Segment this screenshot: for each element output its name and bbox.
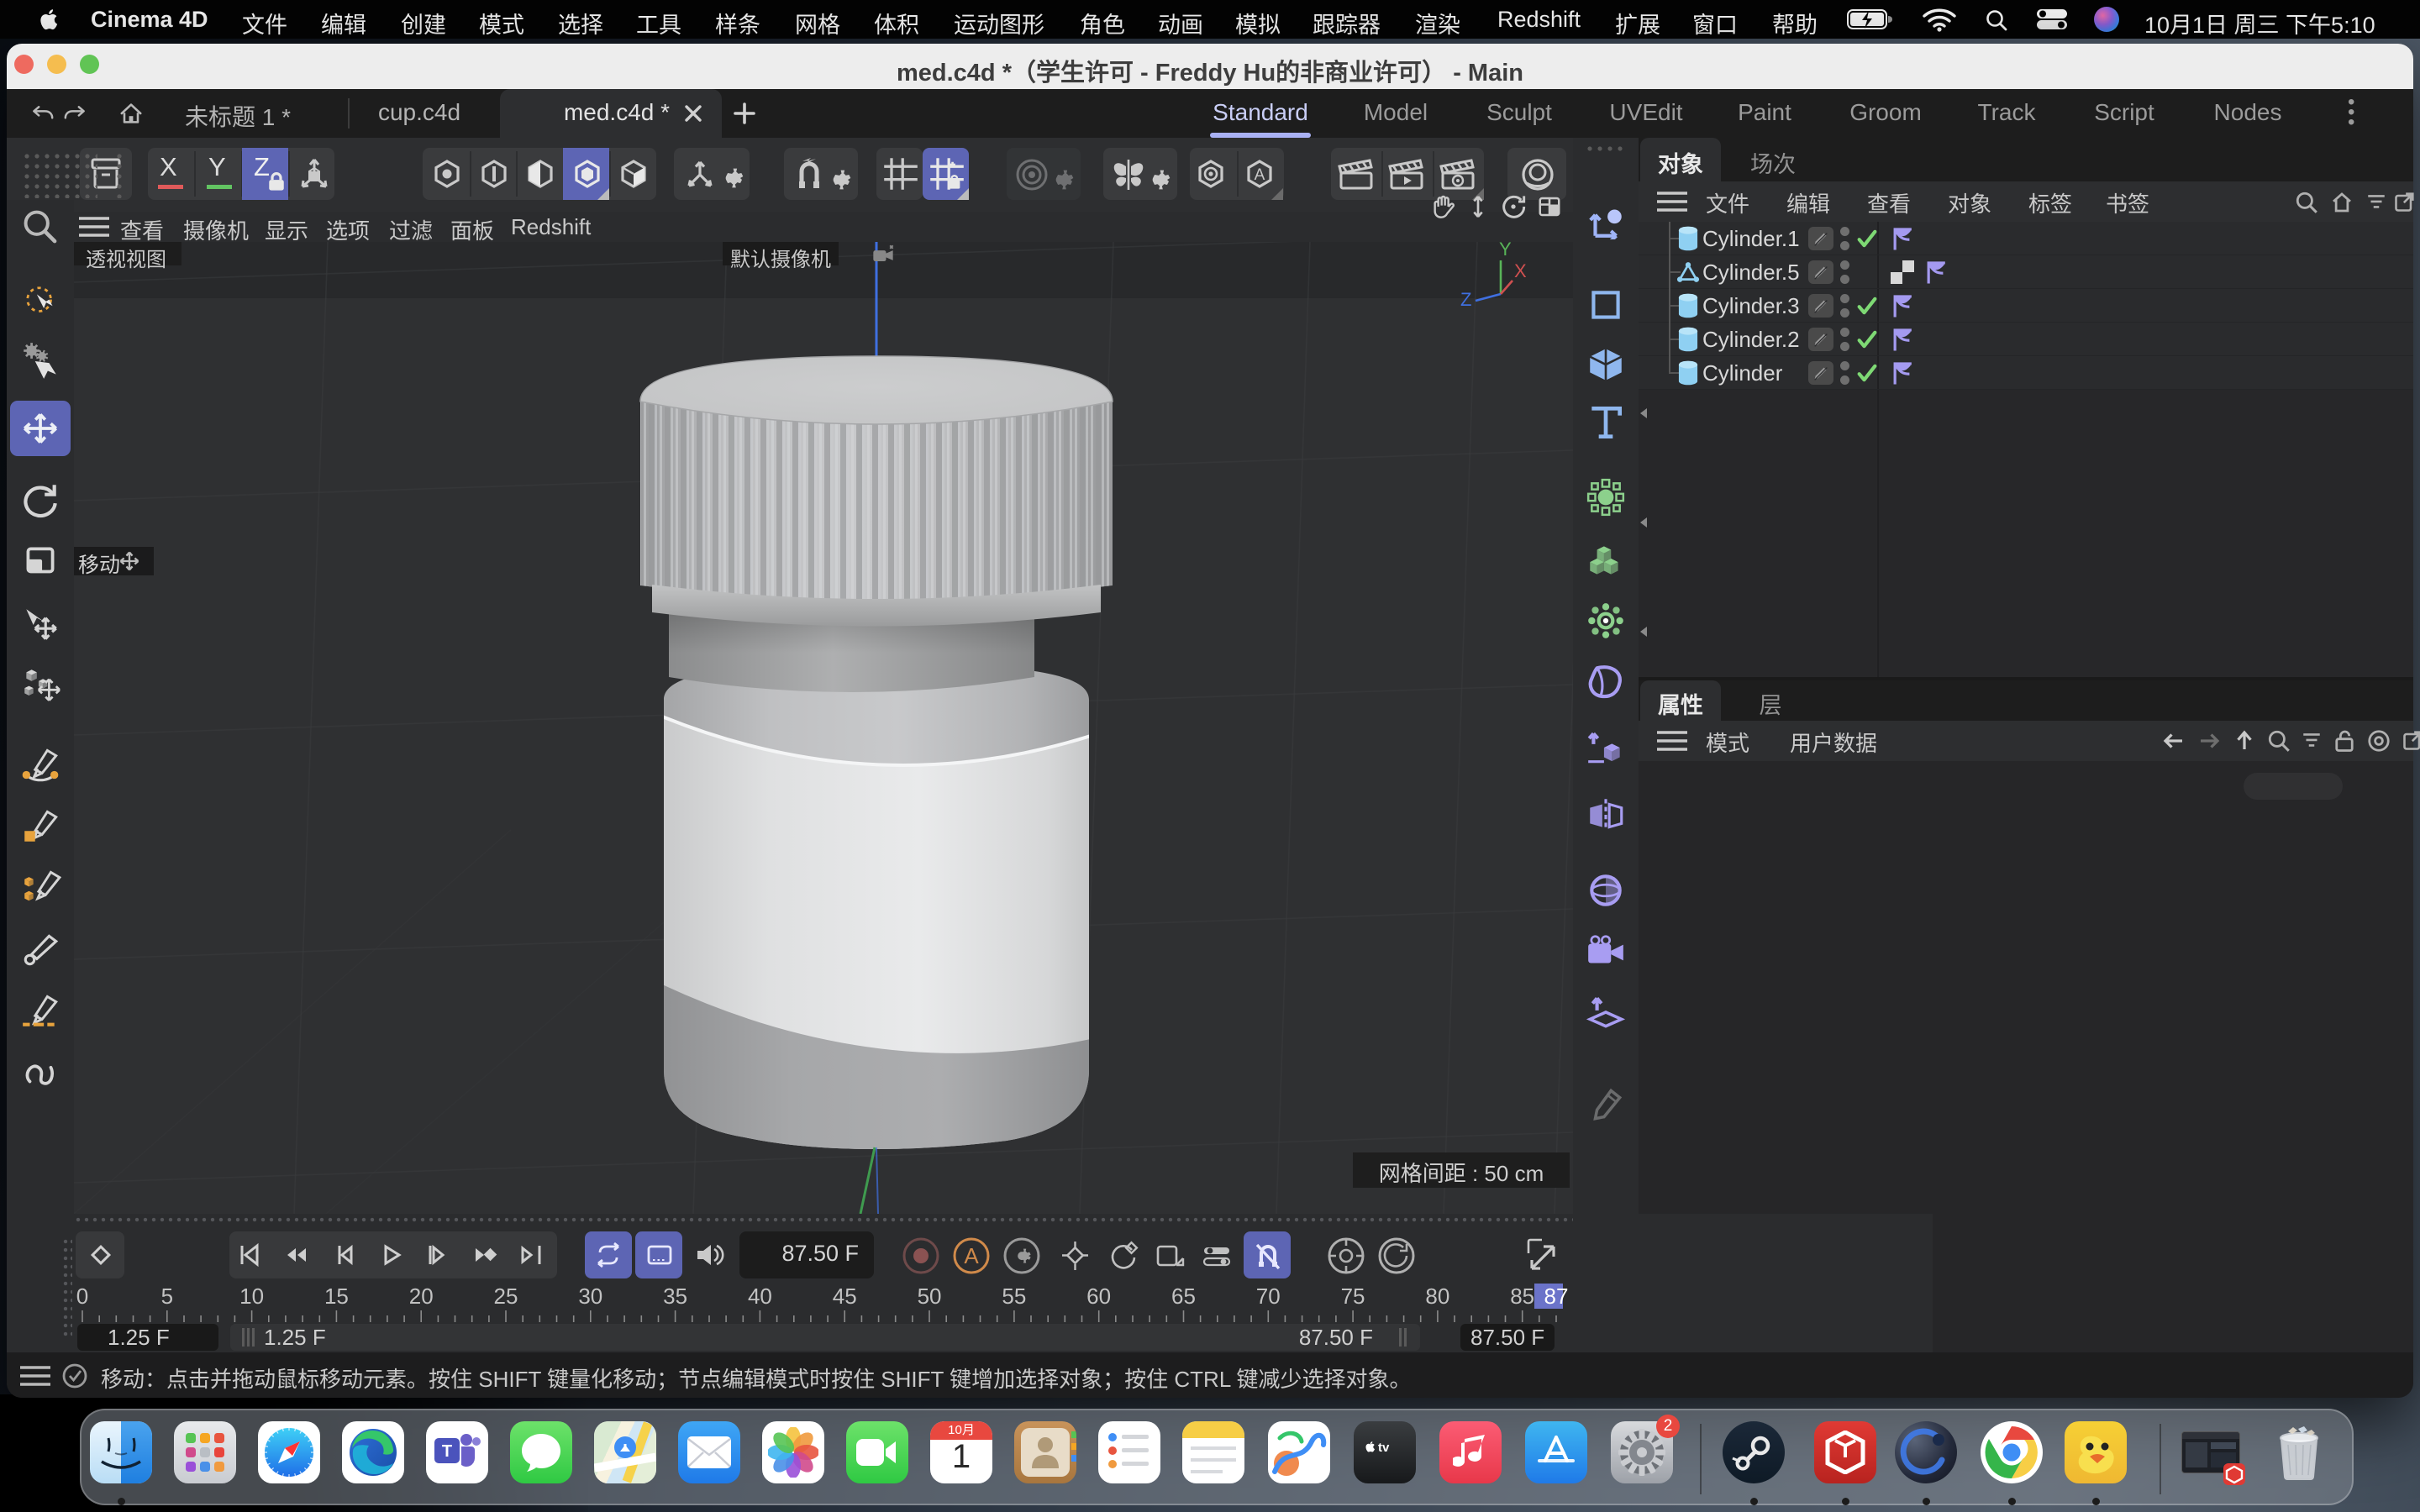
svg-text:X: X — [1514, 260, 1527, 281]
svg-text:A: A — [1255, 166, 1265, 184]
svg-text:Z: Z — [1460, 289, 1471, 310]
svg-text:tv: tv — [1378, 1441, 1390, 1455]
svg-text:A: A — [964, 1243, 979, 1268]
svg-text:Y: Y — [1499, 242, 1512, 260]
svg-text:T: T — [442, 1442, 452, 1461]
